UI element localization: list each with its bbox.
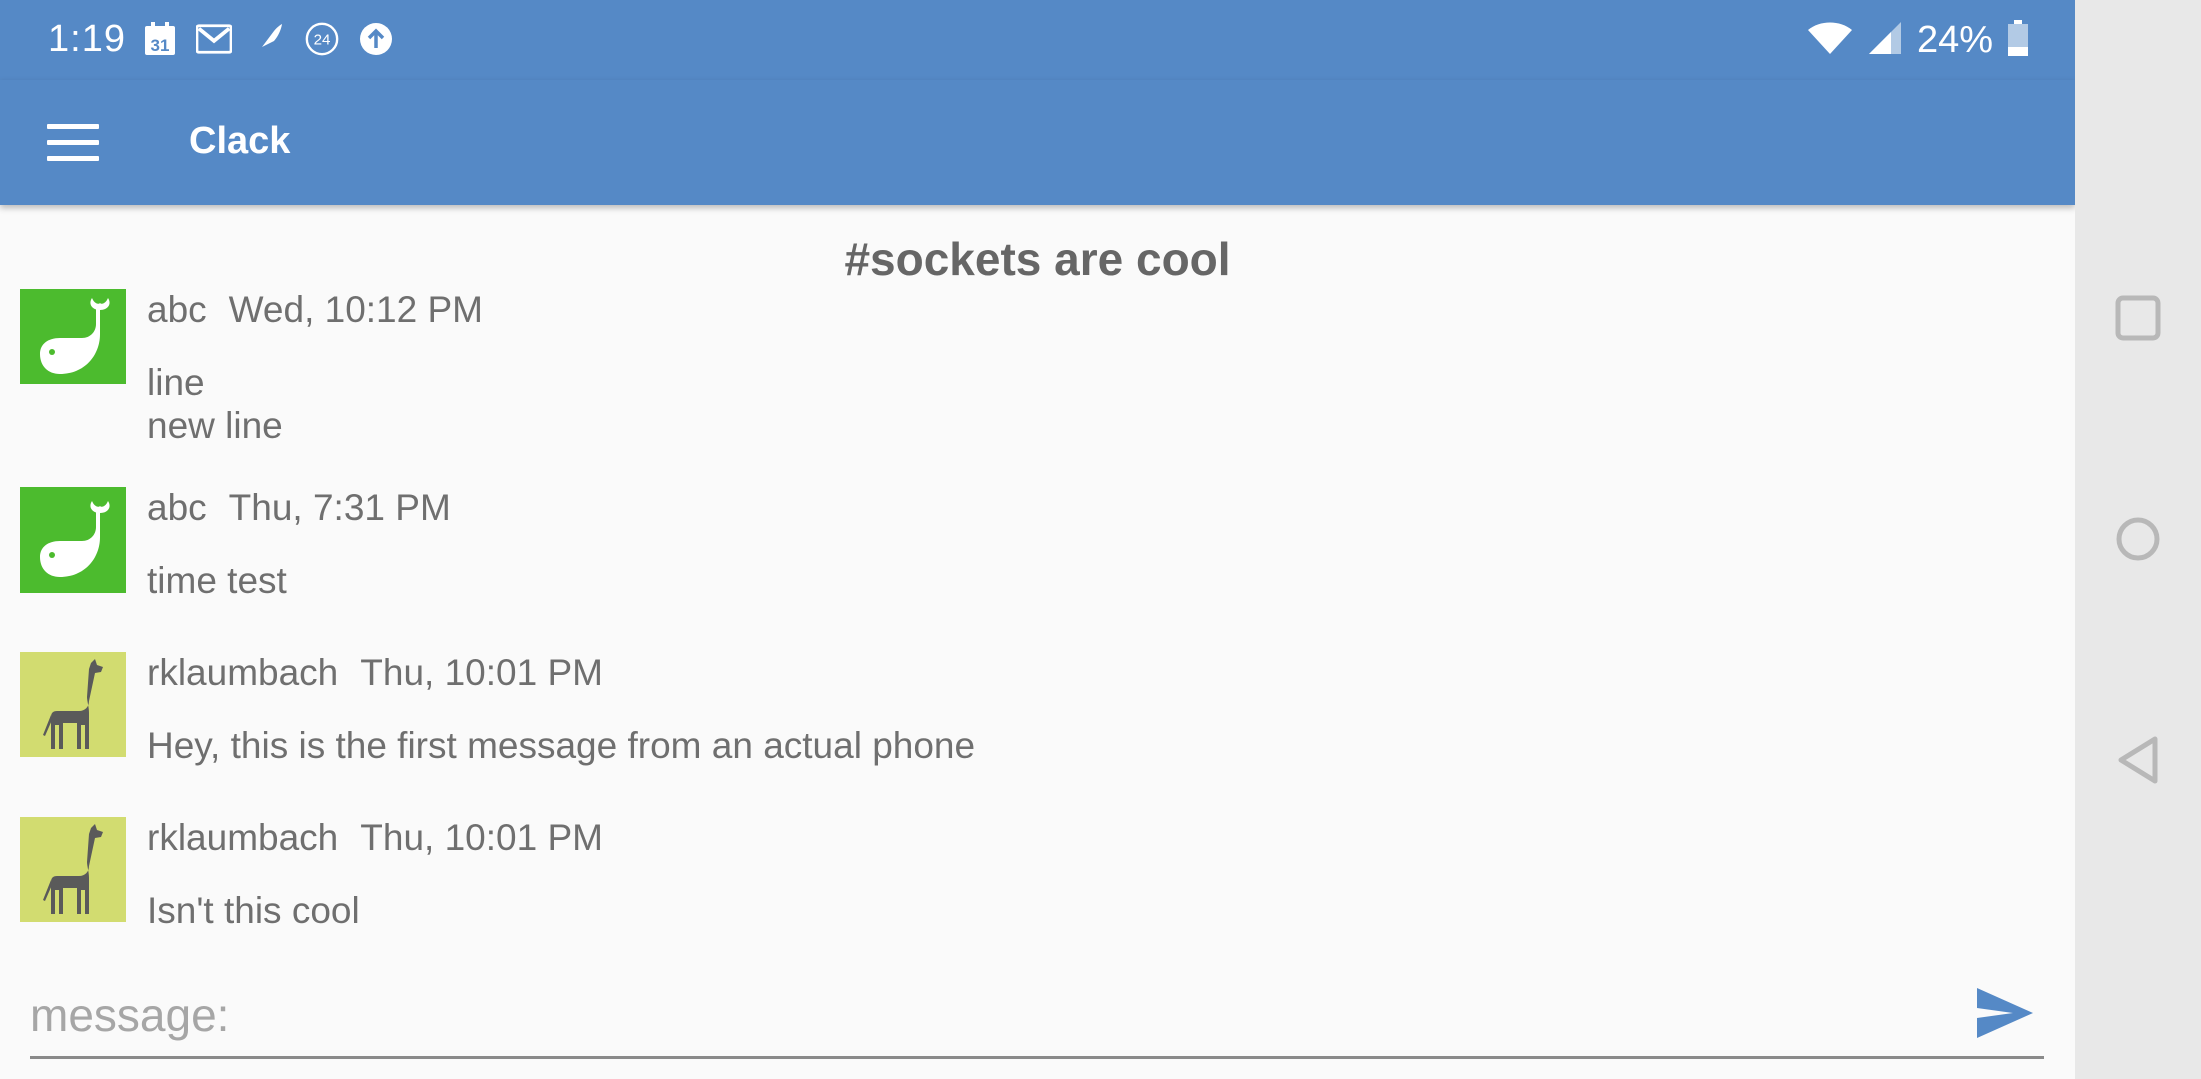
- system-status: 24%: [1807, 18, 2029, 62]
- status-bar: 1:19 31 24 24%: [0, 0, 2075, 80]
- message-author: rklaumbach: [147, 652, 339, 693]
- message-text: Isn't this cool: [147, 890, 360, 931]
- message-meta: abc Wed, 10:12 PM: [147, 289, 483, 331]
- message-timestamp: Thu, 10:01 PM: [360, 817, 603, 858]
- message-composer: [30, 980, 2044, 1059]
- giraffe-icon: [43, 823, 103, 914]
- giraffe-icon: [43, 658, 103, 749]
- message-text: Hey, this is the first message from an a…: [147, 725, 976, 766]
- battery-icon: [2007, 19, 2029, 62]
- message-timestamp: Thu, 7:31 PM: [228, 487, 451, 528]
- hamburger-menu-icon[interactable]: [47, 124, 99, 162]
- gmail-icon: [196, 21, 232, 57]
- message-input[interactable]: [30, 980, 1930, 1050]
- back-icon: [2118, 736, 2158, 784]
- app-title: Clack: [189, 120, 291, 162]
- recents-icon: [2115, 295, 2161, 341]
- back-button[interactable]: [2075, 720, 2201, 800]
- avatar: [20, 289, 126, 384]
- calendar-icon: 31: [142, 21, 178, 57]
- channel-title: #sockets are cool: [844, 233, 1231, 285]
- count-badge-icon: 24: [304, 21, 340, 57]
- message-timestamp: Thu, 10:01 PM: [360, 652, 603, 693]
- avatar: [20, 652, 126, 757]
- message-meta: rklaumbach Thu, 10:01 PM: [147, 817, 603, 859]
- notification-icons: 31 24: [142, 18, 394, 60]
- whale-icon: [40, 297, 110, 374]
- message-meta: rklaumbach Thu, 10:01 PM: [147, 652, 603, 694]
- message-text: time test: [147, 560, 287, 601]
- message-author: rklaumbach: [147, 817, 339, 858]
- avatar: [20, 817, 126, 922]
- message-author: abc: [147, 487, 207, 528]
- status-time: 1:19: [48, 18, 126, 60]
- home-button[interactable]: [2075, 499, 2201, 579]
- battery-percent: 24%: [1916, 18, 1993, 61]
- calendar-day: 31: [151, 36, 170, 55]
- badge-number: 24: [314, 32, 331, 49]
- send-icon[interactable]: [1975, 986, 2035, 1040]
- feather-icon: [250, 21, 286, 57]
- wifi-icon: [1807, 20, 1853, 61]
- home-icon: [2116, 517, 2160, 561]
- app-screen: 1:19 31 24 24% Clack #sockets are cool a…: [0, 0, 2075, 1079]
- app-bar: Clack: [0, 80, 2075, 205]
- recents-button[interactable]: [2075, 278, 2201, 358]
- message-text: line: [147, 362, 205, 403]
- message-author: abc: [147, 289, 207, 330]
- avatar: [20, 487, 126, 593]
- upload-icon: [358, 21, 394, 57]
- whale-icon: [40, 501, 110, 577]
- system-nav-bar: [2075, 0, 2201, 1079]
- message-meta: abc Thu, 7:31 PM: [147, 487, 451, 529]
- message-text: new line: [147, 405, 283, 446]
- message-timestamp: Wed, 10:12 PM: [228, 289, 483, 330]
- cellular-signal-icon: [1867, 20, 1903, 61]
